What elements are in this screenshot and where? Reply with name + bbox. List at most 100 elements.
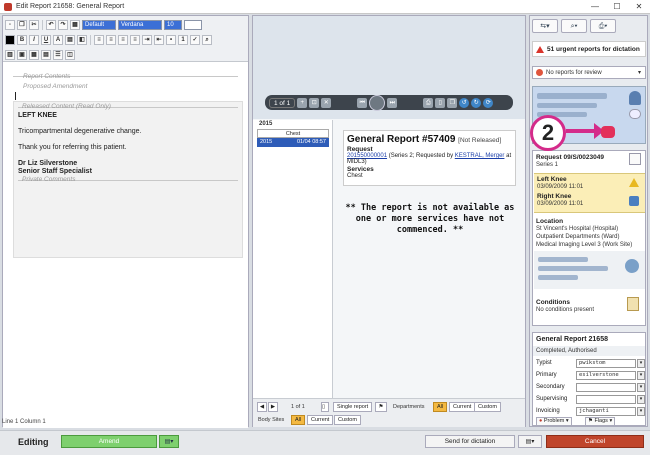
- list-icon[interactable]: ☰: [53, 49, 63, 60]
- justify-icon[interactable]: ≡: [130, 34, 140, 45]
- fit-icon[interactable]: ⊡: [309, 97, 320, 108]
- cancel-button[interactable]: Cancel: [546, 435, 644, 448]
- body-sites-current-button[interactable]: Current: [307, 415, 334, 425]
- align-center-icon[interactable]: ≡: [106, 34, 116, 45]
- size-select[interactable]: 10: [164, 19, 182, 30]
- referrer-contact-icon[interactable]: [625, 259, 639, 273]
- history-list-item[interactable]: 2015 01/04 08:57: [257, 138, 329, 147]
- print-menu-icon[interactable]: ⎙▾: [590, 19, 616, 33]
- departments-all-button[interactable]: All: [433, 402, 448, 412]
- bold-icon[interactable]: B: [17, 34, 27, 45]
- print-icon[interactable]: ⎙: [423, 97, 434, 108]
- search-icon[interactable]: ⌕▾: [561, 19, 587, 33]
- chevron-down-icon[interactable]: ▾: [637, 407, 645, 416]
- last-image-icon[interactable]: ⏭: [387, 97, 398, 108]
- paste-icon[interactable]: ▤: [65, 34, 75, 45]
- problem-button[interactable]: ● Problem ▾: [536, 417, 572, 426]
- text-color-icon[interactable]: [5, 34, 15, 45]
- body-sites-custom-button[interactable]: Custom: [334, 415, 361, 425]
- minimize-button[interactable]: —: [584, 0, 606, 14]
- numbered-list-icon[interactable]: 1: [178, 34, 188, 45]
- image-icon[interactable]: ▣: [17, 49, 27, 60]
- patient-avatar-icon[interactable]: [629, 91, 641, 105]
- editor-area[interactable]: Report Contents Proposed Amendment Relea…: [3, 63, 248, 428]
- align-left-icon[interactable]: ≡: [94, 34, 104, 45]
- undo-icon[interactable]: ↶: [46, 19, 56, 30]
- requester-link[interactable]: KESTRAL, Merger: [455, 153, 505, 159]
- page-icon[interactable]: ▯: [435, 97, 446, 108]
- play-icon[interactable]: [369, 94, 386, 111]
- report-contents-label: Report Contents: [23, 73, 71, 80]
- urgent-reports-alert[interactable]: 51 urgent reports for dictation: [532, 41, 646, 57]
- primary-input[interactable]: esilverstone: [576, 371, 636, 380]
- bullet-list-icon[interactable]: •: [166, 34, 176, 45]
- invoicing-input[interactable]: jchaganti: [576, 407, 636, 416]
- flag-icon[interactable]: ⚑: [375, 402, 387, 412]
- body-sites-all-button[interactable]: All: [291, 415, 306, 425]
- departments-custom-button[interactable]: Custom: [474, 402, 501, 412]
- chevron-down-icon[interactable]: ▾: [637, 395, 645, 404]
- alerts-icon[interactable]: [629, 109, 641, 119]
- download-icon[interactable]: [629, 196, 639, 206]
- format-icon[interactable]: ◧: [77, 34, 87, 45]
- insert-icon[interactable]: ▥: [5, 49, 15, 60]
- clipboard-icon[interactable]: [627, 297, 639, 311]
- color-select[interactable]: [184, 19, 202, 30]
- spellcheck-icon[interactable]: ✓: [190, 34, 200, 45]
- supervising-input[interactable]: [576, 395, 636, 404]
- zoom-in-icon[interactable]: +: [297, 97, 308, 108]
- report-type-icon[interactable]: ▯: [321, 402, 329, 412]
- maximize-button[interactable]: ☐: [606, 0, 628, 14]
- rotate-left-icon[interactable]: ↺: [459, 97, 470, 108]
- macro-icon[interactable]: ◫: [65, 49, 75, 60]
- amend-button[interactable]: Amend: [61, 435, 157, 448]
- secondary-input[interactable]: [576, 383, 636, 392]
- chevron-down-icon[interactable]: ▾: [637, 371, 645, 380]
- report-title-text: General Report #57409: [347, 134, 456, 145]
- departments-current-button[interactable]: Current: [449, 402, 476, 412]
- prev-report-icon[interactable]: ◀: [257, 402, 267, 412]
- template-icon[interactable]: ▤: [41, 49, 51, 60]
- image-viewer[interactable]: 1 of 1 + ⊡ ✕ ⏮ ⏭ ⎙ ▯ ❐ ↺ ↻ ⟳: [253, 16, 525, 119]
- font-case-icon[interactable]: A: [53, 34, 63, 45]
- font-select[interactable]: Verdana: [118, 19, 162, 30]
- redo-icon[interactable]: ↷: [58, 19, 68, 30]
- close-button[interactable]: ✕: [628, 0, 650, 14]
- cut-icon[interactable]: ✂: [29, 19, 39, 30]
- underline-icon[interactable]: U: [41, 34, 51, 45]
- typist-input[interactable]: pwikstom: [576, 359, 636, 368]
- table-icon[interactable]: ▦: [70, 19, 80, 30]
- copy-image-icon[interactable]: ❐: [447, 97, 458, 108]
- next-report-icon[interactable]: ▶: [268, 402, 278, 412]
- refresh-icon[interactable]: ⟳: [483, 97, 494, 108]
- urgent-reports-text: 51 urgent reports for dictation: [547, 45, 640, 53]
- rotate-right-icon[interactable]: ↻: [471, 97, 482, 108]
- first-image-icon[interactable]: ⏮: [357, 97, 368, 108]
- send-options-button[interactable]: ▤▾: [518, 435, 542, 448]
- order-document-icon[interactable]: [629, 153, 641, 165]
- amend-options-button[interactable]: ▤▾: [159, 435, 179, 448]
- flag-icon: ⚑: [588, 418, 593, 424]
- italic-icon[interactable]: I: [29, 34, 39, 45]
- close-image-icon[interactable]: ✕: [321, 97, 332, 108]
- report-form-status: Completed, Authorised: [533, 346, 645, 356]
- indent-icon[interactable]: ⇥: [142, 34, 152, 45]
- align-right-icon[interactable]: ≡: [118, 34, 128, 45]
- send-for-dictation-button[interactable]: Send for dictation: [425, 435, 515, 448]
- style-select[interactable]: Default: [82, 19, 116, 30]
- review-select[interactable]: No reports for review ▾: [532, 66, 646, 79]
- exam-warning-icon[interactable]: [629, 178, 639, 187]
- find-icon[interactable]: ⌕: [202, 34, 212, 45]
- copy-icon[interactable]: ❐: [17, 19, 27, 30]
- allergy-heart-icon[interactable]: [601, 126, 615, 138]
- chevron-down-icon[interactable]: ▾: [637, 383, 645, 392]
- grid-icon[interactable]: ▦: [29, 49, 39, 60]
- viewer-footer: ◀ ▶ 1 of 1 ▯ Single report ⚑ Departments…: [253, 398, 525, 427]
- no-entry-icon: [536, 69, 543, 76]
- outdent-icon[interactable]: ⇤: [154, 34, 164, 45]
- transfer-icon[interactable]: ⇆▾: [532, 19, 558, 33]
- chevron-down-icon[interactable]: ▾: [637, 359, 645, 368]
- single-report-button[interactable]: Single report: [333, 402, 373, 412]
- flags-button[interactable]: ⚑ Flags ▾: [585, 417, 616, 426]
- new-icon[interactable]: ▫: [5, 19, 15, 30]
